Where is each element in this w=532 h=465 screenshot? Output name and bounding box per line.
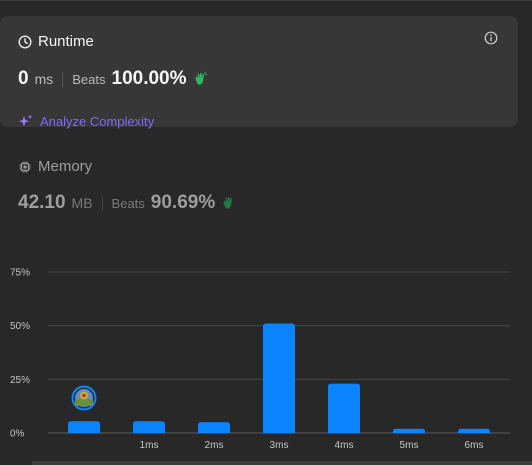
runtime-divider (62, 71, 64, 87)
x-tick-label: 6ms (465, 440, 484, 451)
memory-stats: 42.10 MB Beats 90.69% (18, 192, 236, 214)
y-tick-label: 50% (10, 321, 30, 332)
runtime-title: Runtime (38, 33, 94, 50)
runtime-distribution-chart: 0% 25% 50% 75% 1ms 2ms 3ms 4ms 5ms 6ms (10, 268, 510, 451)
clock-icon (18, 34, 32, 49)
runtime-stats: 0 ms Beats 100.00% (18, 68, 208, 90)
analyze-complexity-button[interactable]: Analyze Complexity (18, 113, 154, 129)
chart-bar[interactable] (198, 422, 230, 433)
memory-beats-label: Beats (111, 195, 145, 211)
top-divider (0, 0, 532, 1)
memory-beats-value: 90.69% (150, 192, 216, 213)
runtime-beats-value: 100.00% (111, 68, 187, 89)
horizontal-scrollbar[interactable] (32, 461, 532, 465)
memory-unit: MB (71, 195, 93, 211)
runtime-value: 0 (18, 68, 29, 89)
runtime-card[interactable]: Runtime 0 ms Beats 100.00% Analyze Compl… (0, 16, 518, 129)
chart-bar[interactable] (458, 428, 490, 433)
x-tick-label: 2ms (205, 440, 224, 451)
memory-value: 42.10 (18, 192, 66, 213)
y-tick-label: 0% (10, 429, 25, 440)
x-tick-label: 5ms (400, 440, 419, 451)
chart-bar[interactable] (263, 323, 295, 433)
y-tick-label: 75% (10, 268, 30, 279)
runtime-beats-label: Beats (72, 71, 106, 87)
x-tick-label: 1ms (140, 440, 159, 451)
user-avatar-marker[interactable] (71, 385, 97, 411)
memory-title: Memory (38, 158, 93, 175)
clap-icon (192, 71, 208, 87)
y-tick-label: 25% (10, 375, 30, 386)
runtime-unit: ms (34, 71, 54, 87)
runtime-header: Runtime (18, 33, 94, 50)
chip-icon (19, 161, 31, 172)
sparkle-icon (19, 114, 33, 127)
analyze-complexity-label: Analyze Complexity (40, 113, 155, 129)
chart-bar[interactable] (393, 428, 425, 433)
x-tick-label: 3ms (270, 440, 289, 451)
memory-header[interactable]: Memory (18, 158, 92, 175)
chart-bar[interactable] (328, 383, 360, 433)
x-tick-label: 4ms (335, 440, 354, 451)
chart-bars (68, 323, 490, 433)
memory-divider (101, 195, 103, 211)
chart-bar[interactable] (68, 421, 100, 433)
info-icon[interactable] (484, 31, 498, 45)
chart-bar[interactable] (133, 421, 165, 433)
clap-icon (220, 195, 236, 211)
